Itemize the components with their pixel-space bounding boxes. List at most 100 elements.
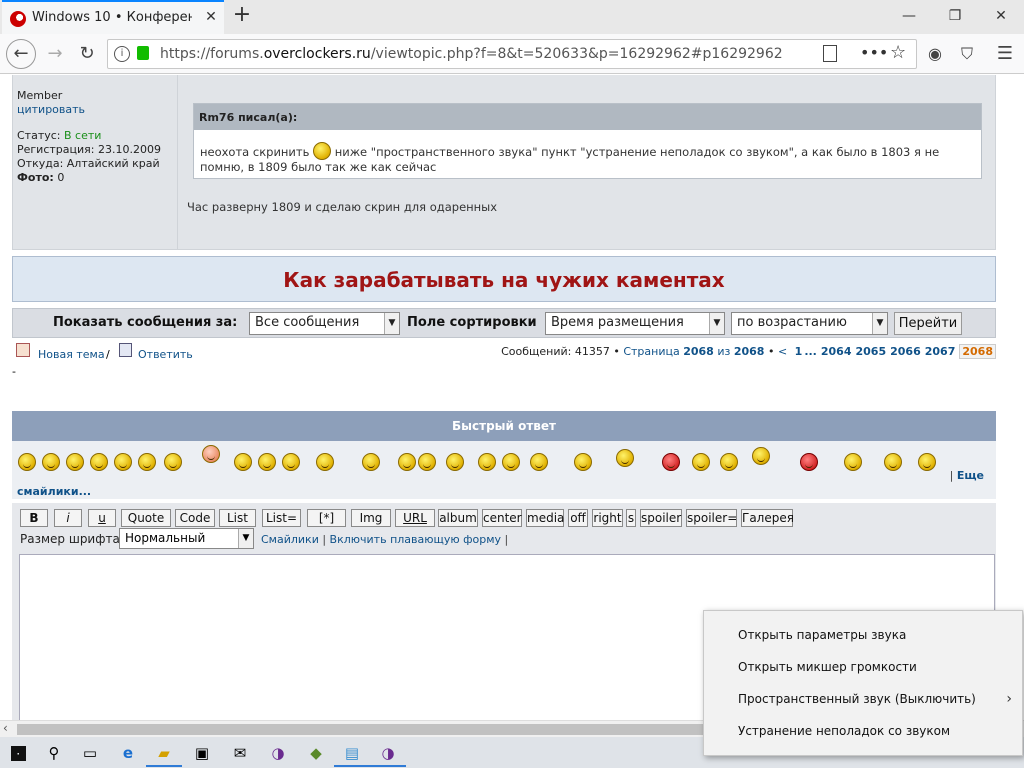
reader-view-icon[interactable]	[823, 45, 837, 62]
show-messages-select[interactable]: Все сообщения ▼	[249, 312, 400, 335]
code-button[interactable]: Code	[175, 509, 215, 527]
tor-browser-icon[interactable]: ◑	[260, 741, 296, 767]
smiley-icon[interactable]	[574, 453, 592, 471]
open-volume-mixer-item[interactable]: Открыть микшер громкости	[704, 652, 1022, 682]
spatial-sound-item[interactable]: Пространственный звук (Выключить) ›	[704, 684, 1022, 714]
more-smileys-link-cont[interactable]: смайлики...	[17, 485, 91, 498]
scroll-left-icon[interactable]: ‹	[3, 721, 8, 735]
search-icon[interactable]: ⚲	[36, 741, 72, 767]
strike-button[interactable]: s	[626, 509, 636, 527]
go-button[interactable]: Перейти	[894, 312, 962, 335]
reply-icon[interactable]	[119, 343, 132, 357]
restore-icon[interactable]: ❐	[932, 0, 978, 34]
troubleshoot-sound-item[interactable]: Устранение неполадок со звуком	[704, 716, 1022, 746]
windows-start-icon[interactable]	[0, 741, 36, 767]
smiley-icon[interactable]	[90, 453, 108, 471]
ad-banner[interactable]: Как зарабатывать на чужих каментах	[12, 256, 996, 302]
info-icon[interactable]: i	[114, 46, 130, 62]
prev-page-link[interactable]: <	[778, 345, 787, 358]
sort-field-select[interactable]: Время размещения ▼	[545, 312, 725, 335]
smiley-icon[interactable]	[478, 453, 496, 471]
page-link[interactable]: 1	[795, 345, 803, 358]
smiley-icon[interactable]	[258, 453, 276, 471]
smiley-icon[interactable]	[884, 453, 902, 471]
new-topic-link[interactable]: Новая тема	[38, 348, 105, 361]
smiley-icon[interactable]	[234, 453, 252, 471]
img-button[interactable]: Img	[351, 509, 391, 527]
center-button[interactable]: center	[482, 509, 522, 527]
smiley-icon[interactable]	[752, 447, 770, 465]
smiley-icon[interactable]	[138, 453, 156, 471]
url-button[interactable]: URL	[395, 509, 435, 527]
reload-icon[interactable]: ↻	[72, 39, 102, 69]
page-link[interactable]: 2064	[821, 345, 852, 358]
smiley-icon[interactable]	[114, 453, 132, 471]
smiley-icon[interactable]	[316, 453, 334, 471]
devil-smiley-icon[interactable]	[800, 453, 818, 471]
edge-icon[interactable]: e	[110, 741, 146, 767]
file-explorer-icon[interactable]: ▰	[146, 741, 182, 767]
forward-icon[interactable]: →	[40, 39, 70, 69]
smiley-icon[interactable]	[844, 453, 862, 471]
smiley-icon[interactable]	[18, 453, 36, 471]
page-link[interactable]: 2066	[890, 345, 921, 358]
page-link[interactable]: 2067	[925, 345, 956, 358]
smiley-icon[interactable]	[66, 453, 84, 471]
tab-close-icon[interactable]: ✕	[202, 8, 220, 26]
smiley-icon[interactable]	[362, 453, 380, 471]
page-link[interactable]: 2065	[856, 345, 887, 358]
store-icon[interactable]: ▣	[184, 741, 220, 767]
new-topic-icon[interactable]	[16, 343, 30, 357]
reply-link[interactable]: Ответить	[138, 348, 193, 361]
task-view-icon[interactable]: ▭	[72, 741, 108, 767]
angry-smiley-icon[interactable]	[662, 453, 680, 471]
smiley-icon[interactable]	[202, 445, 220, 463]
smiley-icon[interactable]	[398, 453, 416, 471]
smiley-icon[interactable]	[616, 449, 634, 467]
smiley-icon[interactable]	[282, 453, 300, 471]
right-button[interactable]: right	[592, 509, 623, 527]
spoiler-button[interactable]: spoiler	[640, 509, 682, 527]
sort-order-select[interactable]: по возрастанию ▼	[731, 312, 888, 335]
smileys-link[interactable]: Смайлики	[261, 533, 319, 546]
tracking-icon[interactable]: ◉	[920, 39, 950, 69]
quote-button[interactable]: Quote	[121, 509, 171, 527]
browser-tab[interactable]: Windows 10 • Конференция О ✕	[2, 0, 224, 34]
list-button[interactable]: List	[219, 509, 256, 527]
smiley-icon[interactable]	[446, 453, 464, 471]
list-item-button[interactable]: [*]	[307, 509, 346, 527]
bookmark-star-icon[interactable]: ☆	[890, 42, 906, 63]
open-sound-settings-item[interactable]: Открыть параметры звука	[704, 620, 1022, 650]
italic-button[interactable]: i	[54, 509, 82, 527]
off-button[interactable]: off	[568, 509, 588, 527]
smiley-icon[interactable]	[502, 453, 520, 471]
smiley-icon[interactable]	[918, 453, 936, 471]
shield-icon[interactable]: ⛉	[952, 39, 982, 69]
page-actions-icon[interactable]: •••	[860, 43, 888, 62]
back-icon[interactable]: ←	[6, 39, 36, 69]
smiley-icon[interactable]	[530, 453, 548, 471]
album-button[interactable]: album	[438, 509, 478, 527]
new-tab-icon[interactable]: +	[230, 4, 254, 28]
underline-button[interactable]: u	[88, 509, 116, 527]
smiley-icon[interactable]	[418, 453, 436, 471]
close-window-icon[interactable]: ✕	[978, 0, 1024, 34]
url-bar[interactable]: i https://forums.overclockers.ru/viewtop…	[107, 39, 917, 69]
bold-button[interactable]: B	[20, 509, 48, 527]
minecraft-icon[interactable]: ◆	[298, 741, 334, 767]
spoiler-eq-button[interactable]: spoiler=	[686, 509, 737, 527]
notepad-icon[interactable]: ▤	[334, 741, 370, 767]
font-size-select[interactable]: Нормальный ▼	[119, 528, 254, 549]
smiley-icon[interactable]	[720, 453, 738, 471]
list-numbered-button[interactable]: List=	[262, 509, 301, 527]
tor-browser-2-icon[interactable]: ◑	[370, 741, 406, 767]
gallery-button[interactable]: Галерея	[741, 509, 794, 527]
minimize-icon[interactable]: —	[886, 0, 932, 34]
smiley-icon[interactable]	[42, 453, 60, 471]
mail-icon[interactable]: ✉	[222, 741, 258, 767]
more-smileys-link[interactable]: | Еще	[950, 469, 984, 482]
media-button[interactable]: media	[526, 509, 564, 527]
menu-icon[interactable]: ☰	[990, 39, 1020, 69]
smiley-icon[interactable]	[164, 453, 182, 471]
smiley-icon[interactable]	[692, 453, 710, 471]
